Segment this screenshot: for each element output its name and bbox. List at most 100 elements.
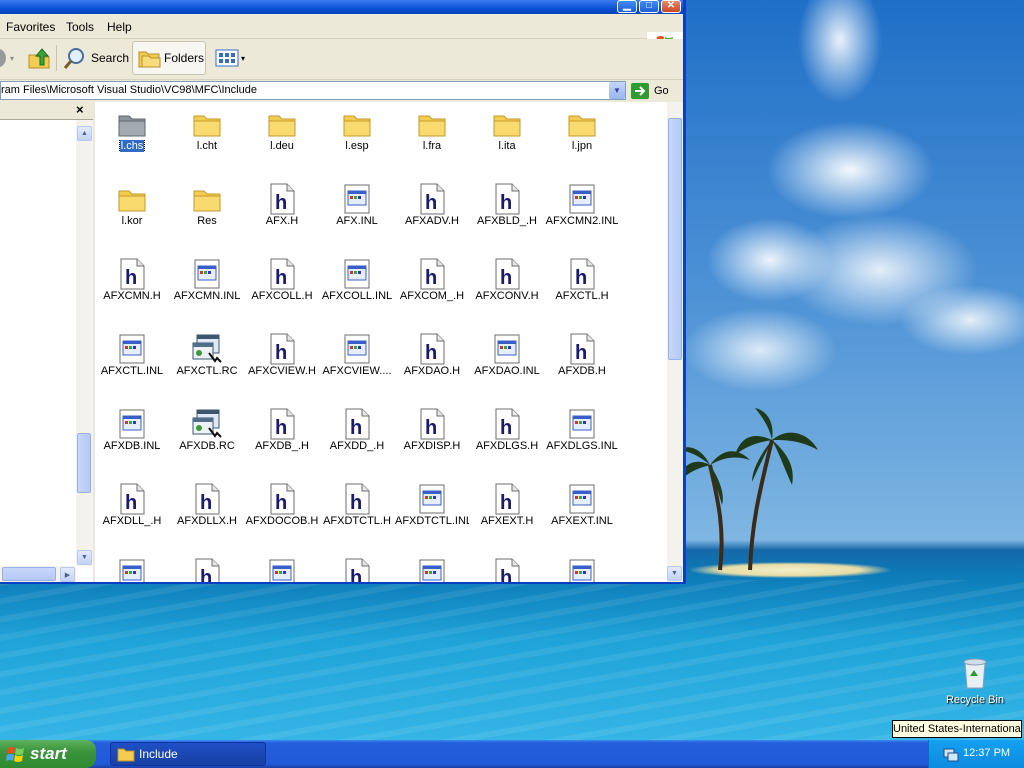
folder-item[interactable]: Res	[170, 177, 244, 249]
minimize-button[interactable]: ▁	[617, 0, 637, 13]
file-item[interactable]: h AFXDB_.H	[245, 402, 319, 474]
scroll-down-arrow-icon[interactable]: ▼	[77, 550, 92, 565]
file-item[interactable]: h AFXDB.H	[545, 327, 619, 399]
file-item[interactable]: h AFXDAO.H	[395, 327, 469, 399]
file-item[interactable]: h	[170, 552, 244, 582]
file-list-scroll-thumb[interactable]	[668, 118, 682, 360]
file-item[interactable]: h	[320, 552, 394, 582]
file-name-text: AFXDLGS.INL	[546, 440, 618, 452]
file-item[interactable]: h AFXDTCTL.H	[320, 477, 394, 549]
folders-button[interactable]: Folders	[132, 41, 206, 75]
file-item[interactable]	[95, 552, 169, 582]
folder-item[interactable]: l.cht	[170, 102, 244, 174]
file-item[interactable]: h AFX.H	[245, 177, 319, 249]
folder-item[interactable]: l.fra	[395, 102, 469, 174]
folder-pane-scroll-thumb[interactable]	[77, 433, 91, 493]
file-item[interactable]: AFXDAO.INL	[470, 327, 544, 399]
network-icon[interactable]	[943, 746, 959, 762]
svg-text:h: h	[275, 192, 287, 214]
file-name-label: AFXDISP.H	[395, 440, 469, 452]
taskbar-item-include[interactable]: Include	[110, 742, 266, 766]
file-item[interactable]: h AFXDLGS.H	[470, 402, 544, 474]
file-name-text: AFXDB.RC	[179, 440, 235, 452]
file-item[interactable]: h AFXEXT.H	[470, 477, 544, 549]
file-item[interactable]: h AFXCTL.H	[545, 252, 619, 324]
file-item[interactable]: h AFXDOCOB.H	[245, 477, 319, 549]
up-folder-button[interactable]	[26, 41, 52, 75]
file-item[interactable]: h AFXDISP.H	[395, 402, 469, 474]
inline-file-icon	[341, 258, 373, 290]
recycle-bin-shortcut[interactable]: Recycle Bin	[940, 656, 1010, 706]
address-input[interactable]: ram Files\Microsoft Visual Studio\VC98\M…	[0, 81, 626, 100]
start-button[interactable]: start	[0, 740, 96, 768]
file-item[interactable]: AFXCVIEW....	[320, 327, 394, 399]
folder-tree-pane[interactable]: × ▲ ▼ ▶	[0, 102, 93, 582]
menu-bar: Favorites Tools Help	[0, 16, 683, 54]
folder-item[interactable]: l.deu	[245, 102, 319, 174]
file-item[interactable]	[545, 552, 619, 582]
scroll-up-arrow-icon[interactable]: ▲	[77, 126, 92, 141]
menu-help[interactable]: Help	[107, 20, 132, 34]
file-item[interactable]: h AFXDLL_.H	[95, 477, 169, 549]
file-item[interactable]	[245, 552, 319, 582]
file-item[interactable]: AFXCTL.RC	[170, 327, 244, 399]
file-name-label: AFXCMN.INL	[170, 290, 244, 302]
file-item[interactable]: h AFXADV.H	[395, 177, 469, 249]
file-name-label: AFXCONV.H	[470, 290, 544, 302]
file-item[interactable]: h AFXCONV.H	[470, 252, 544, 324]
folder-icon	[116, 108, 148, 140]
clock[interactable]: 12:37 PM	[963, 747, 1010, 759]
close-window-button[interactable]: ✕	[661, 0, 681, 13]
file-item[interactable]: h AFXCMN.H	[95, 252, 169, 324]
folder-pane-horizontal-scrollbar[interactable]: ▶	[0, 566, 76, 582]
file-list-vertical-scrollbar[interactable]: ▲ ▼	[667, 102, 683, 582]
folder-pane-vertical-scrollbar[interactable]: ▲ ▼	[76, 120, 93, 566]
file-item[interactable]: h AFXDLLX.H	[170, 477, 244, 549]
header-file-icon: h	[416, 258, 448, 290]
file-item[interactable]: AFXDB.RC	[170, 402, 244, 474]
folder-item[interactable]: l.kor	[95, 177, 169, 249]
views-button[interactable]: ▾	[214, 41, 245, 75]
back-dropdown-icon[interactable]: ▾	[10, 54, 14, 63]
folder-pane-hscroll-thumb[interactable]	[2, 567, 56, 581]
menu-favorites[interactable]: Favorites	[6, 20, 55, 34]
file-item[interactable]: AFXCTL.INL	[95, 327, 169, 399]
maximize-button[interactable]: □	[639, 0, 659, 13]
svg-text:h: h	[575, 342, 587, 364]
go-button[interactable]: Go	[630, 82, 669, 100]
file-name-label: AFXCMN2.INL	[545, 215, 619, 227]
folder-item[interactable]: l.chs	[95, 102, 169, 174]
back-button[interactable]: ▾	[0, 41, 14, 75]
scroll-right-arrow-icon[interactable]: ▶	[60, 567, 75, 582]
file-item[interactable]: AFXCMN2.INL	[545, 177, 619, 249]
file-name-label: AFXCOLL.INL	[320, 290, 394, 302]
file-scroll-down-arrow-icon[interactable]: ▼	[667, 566, 682, 581]
folder-item[interactable]: l.jpn	[545, 102, 619, 174]
search-button[interactable]: Search	[62, 41, 129, 75]
folder-item[interactable]: l.esp	[320, 102, 394, 174]
palm-trees	[680, 408, 818, 571]
menu-tools[interactable]: Tools	[66, 20, 94, 34]
address-dropdown-button[interactable]: ▼	[609, 82, 625, 99]
folder-item[interactable]: l.ita	[470, 102, 544, 174]
file-name-label: AFXEXT.INL	[545, 515, 619, 527]
file-item[interactable]: AFXDTCTL.INL	[395, 477, 469, 549]
file-item[interactable]: AFXDB.INL	[95, 402, 169, 474]
close-pane-icon[interactable]: ×	[76, 102, 84, 117]
file-item[interactable]: AFXEXT.INL	[545, 477, 619, 549]
file-item[interactable]: h AFXBLD_.H	[470, 177, 544, 249]
file-item[interactable]: h AFXDD_.H	[320, 402, 394, 474]
file-list-view[interactable]: l.chs l.cht l.deu l.esp l.fra l.ita l.jpn l.kor…	[95, 102, 667, 582]
file-item[interactable]	[395, 552, 469, 582]
file-item[interactable]: h AFXCOM_.H	[395, 252, 469, 324]
file-item[interactable]: h	[470, 552, 544, 582]
file-item[interactable]: h AFXCVIEW.H	[245, 327, 319, 399]
file-item[interactable]: AFXCOLL.INL	[320, 252, 394, 324]
title-bar[interactable]: ▁ □ ✕	[0, 0, 683, 14]
file-item[interactable]: AFX.INL	[320, 177, 394, 249]
file-name-text: AFXDLLX.H	[177, 515, 237, 527]
file-item[interactable]: h AFXCOLL.H	[245, 252, 319, 324]
file-item[interactable]: AFXDLGS.INL	[545, 402, 619, 474]
file-item[interactable]: AFXCMN.INL	[170, 252, 244, 324]
file-name-label: AFXCTL.INL	[95, 365, 169, 377]
